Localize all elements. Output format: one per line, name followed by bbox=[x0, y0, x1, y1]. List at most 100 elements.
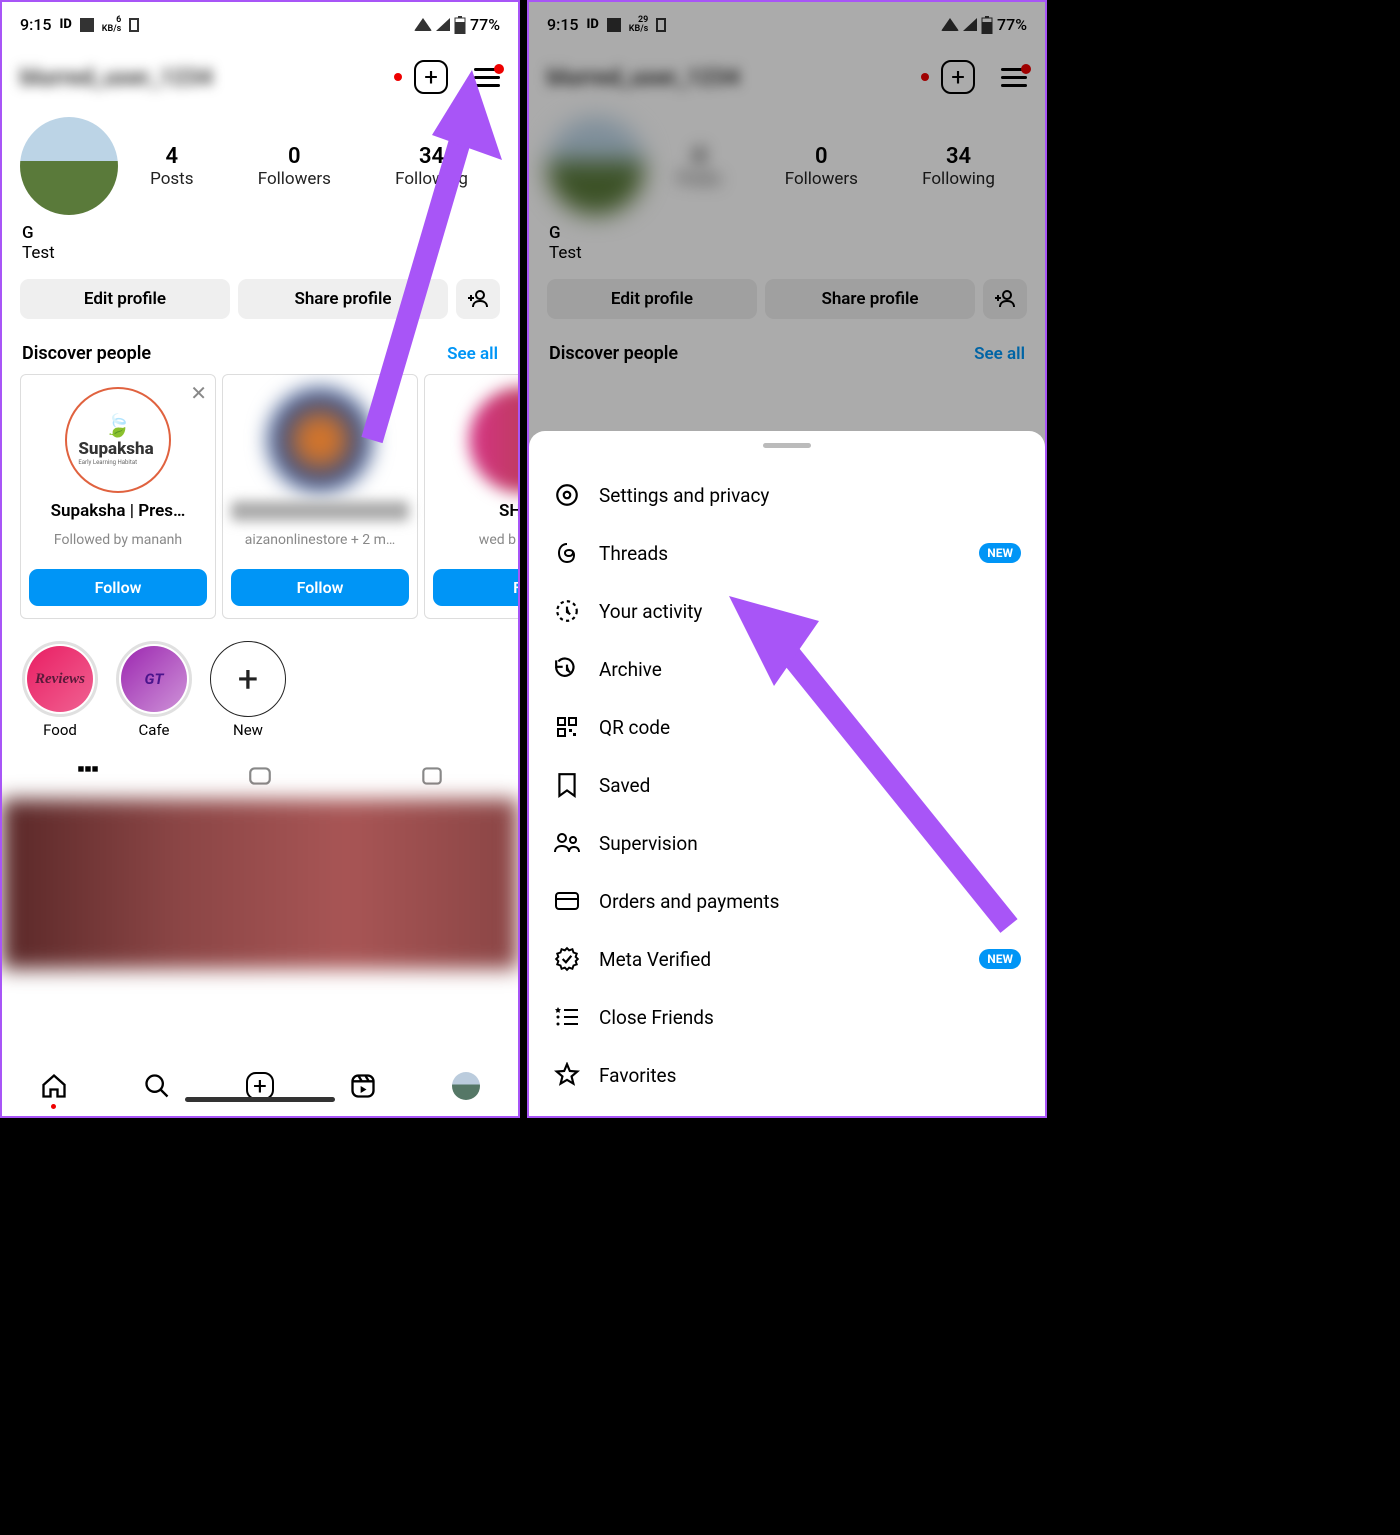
menu-activity[interactable]: Your activity bbox=[529, 582, 1045, 640]
menu-settings-privacy[interactable]: Settings and privacy bbox=[529, 466, 1045, 524]
suggestion-card[interactable]: ✕ 🍃SupakshaEarly Learning Habitat Supaks… bbox=[20, 374, 216, 619]
square-icon bbox=[80, 18, 94, 32]
share-profile-button[interactable]: Share profile bbox=[238, 279, 448, 319]
square-icon bbox=[607, 18, 621, 32]
menu-supervision[interactable]: Supervision bbox=[529, 814, 1045, 872]
battery-icon bbox=[981, 16, 993, 34]
card-name: SHAH bbox=[433, 501, 518, 521]
menu-button[interactable] bbox=[474, 68, 500, 87]
home-indicator[interactable] bbox=[185, 1097, 335, 1102]
signal-icon bbox=[963, 18, 977, 31]
wifi-icon bbox=[941, 18, 959, 31]
username-dropdown[interactable]: blurred_user_1234 bbox=[20, 64, 388, 91]
menu-archive[interactable]: Archive bbox=[529, 640, 1045, 698]
wifi-icon bbox=[414, 18, 432, 31]
discover-carousel[interactable]: ✕ 🍃SupakshaEarly Learning Habitat Supaks… bbox=[2, 374, 518, 619]
status-bar: 9:15 ID 6KB/s 77% bbox=[2, 2, 518, 47]
menu-verified[interactable]: Meta VerifiedNEW bbox=[529, 930, 1045, 988]
bottom-nav bbox=[2, 1056, 518, 1116]
highlight-new[interactable]: New bbox=[210, 641, 286, 739]
profile-avatar[interactable] bbox=[20, 117, 118, 215]
profile-tabs bbox=[2, 747, 518, 799]
stat-following[interactable]: 34Following bbox=[922, 144, 995, 189]
dismiss-icon[interactable]: ✕ bbox=[190, 381, 207, 405]
threads-icon bbox=[553, 539, 581, 567]
phone-left: 9:15 ID 6KB/s 77% blurred_user_1234 4Pos… bbox=[0, 0, 520, 1118]
nav-search[interactable] bbox=[142, 1071, 172, 1101]
highlight-item[interactable]: GT Cafe bbox=[116, 641, 192, 739]
discover-people-button[interactable] bbox=[983, 279, 1027, 319]
battery-pct: 77% bbox=[997, 15, 1027, 34]
card-sub: aizanonlinestore + 2 m… bbox=[231, 521, 409, 559]
highlights-row[interactable]: Reviews Food GT Cafe New bbox=[2, 619, 518, 747]
menu-saved[interactable]: Saved bbox=[529, 756, 1045, 814]
create-button[interactable] bbox=[941, 60, 975, 94]
clock: 9:15 bbox=[20, 15, 52, 34]
menu-qr[interactable]: QR code bbox=[529, 698, 1045, 756]
settings-icon bbox=[553, 481, 581, 509]
posts-grid[interactable] bbox=[2, 799, 518, 969]
see-all-link[interactable]: See all bbox=[974, 344, 1025, 364]
menu-notification-dot bbox=[494, 64, 504, 74]
menu-sheet: Settings and privacy ThreadsNEW Your act… bbox=[529, 431, 1045, 1116]
menu-button[interactable] bbox=[1001, 68, 1027, 87]
id-icon: ID bbox=[60, 17, 72, 32]
discover-people-button[interactable] bbox=[456, 279, 500, 319]
nav-profile[interactable] bbox=[451, 1071, 481, 1101]
sheet-handle[interactable] bbox=[763, 443, 811, 448]
menu-threads[interactable]: ThreadsNEW bbox=[529, 524, 1045, 582]
tagged-tab[interactable] bbox=[346, 757, 518, 799]
card-name: blurred name bbox=[231, 501, 409, 521]
see-all-link[interactable]: See all bbox=[447, 344, 498, 364]
card-avatar bbox=[267, 387, 373, 493]
nav-home[interactable] bbox=[39, 1071, 69, 1101]
profile-avatar[interactable] bbox=[547, 117, 645, 215]
signal-icon bbox=[436, 18, 450, 31]
stat-followers[interactable]: 0Followers bbox=[785, 144, 858, 189]
profile-row: 4Posts 0Followers 34Following bbox=[2, 107, 518, 219]
action-row: Edit profile Share profile bbox=[2, 267, 518, 331]
data-speed: 29KB/s bbox=[629, 16, 648, 34]
share-profile-button[interactable]: Share profile bbox=[765, 279, 975, 319]
suggestion-card[interactable]: SHAH wed b _by_naj Fo bbox=[424, 374, 518, 619]
discover-header: Discover people See all bbox=[2, 331, 518, 374]
menu-favorites[interactable]: Favorites bbox=[529, 1046, 1045, 1104]
follow-button[interactable]: Fo bbox=[433, 569, 518, 606]
edit-profile-button[interactable]: Edit profile bbox=[20, 279, 230, 319]
stat-posts[interactable]: 4Posts bbox=[677, 144, 720, 189]
archive-icon bbox=[553, 655, 581, 683]
app-bar: blurred_user_1234 bbox=[2, 47, 518, 107]
menu-orders[interactable]: Orders and payments bbox=[529, 872, 1045, 930]
list-star-icon bbox=[553, 1003, 581, 1031]
follow-button[interactable]: Follow bbox=[29, 569, 207, 606]
card-avatar: 🍃SupakshaEarly Learning Habitat bbox=[65, 387, 171, 493]
create-button[interactable] bbox=[414, 60, 448, 94]
nav-reels[interactable] bbox=[348, 1071, 378, 1101]
notification-dot bbox=[394, 73, 402, 81]
menu-close-friends[interactable]: Close Friends bbox=[529, 988, 1045, 1046]
verified-icon bbox=[553, 945, 581, 973]
edit-profile-button[interactable]: Edit profile bbox=[547, 279, 757, 319]
stat-posts[interactable]: 4Posts bbox=[150, 144, 193, 189]
card-sub: Followed by mananh bbox=[29, 521, 207, 559]
battery-icon bbox=[454, 16, 466, 34]
bookmark-icon bbox=[553, 771, 581, 799]
stat-followers[interactable]: 0Followers bbox=[258, 144, 331, 189]
card-avatar bbox=[469, 387, 518, 493]
activity-icon bbox=[553, 597, 581, 625]
new-badge: NEW bbox=[979, 543, 1021, 563]
grid-tab[interactable] bbox=[2, 757, 174, 799]
clock: 9:15 bbox=[547, 15, 579, 34]
star-icon bbox=[553, 1061, 581, 1089]
supervision-icon bbox=[553, 829, 581, 857]
status-bar: 9:15 ID 29KB/s 77% bbox=[529, 2, 1045, 47]
battery-small-icon bbox=[129, 18, 139, 32]
follow-button[interactable]: Follow bbox=[231, 569, 409, 606]
suggestion-card[interactable]: blurred name aizanonlinestore + 2 m… Fol… bbox=[222, 374, 418, 619]
battery-pct: 77% bbox=[470, 15, 500, 34]
battery-small-icon bbox=[656, 18, 666, 32]
highlight-item[interactable]: Reviews Food bbox=[22, 641, 98, 739]
stat-following[interactable]: 34Following bbox=[395, 144, 468, 189]
card-name: Supaksha | Pres… bbox=[29, 501, 207, 521]
reels-tab[interactable] bbox=[174, 757, 346, 799]
